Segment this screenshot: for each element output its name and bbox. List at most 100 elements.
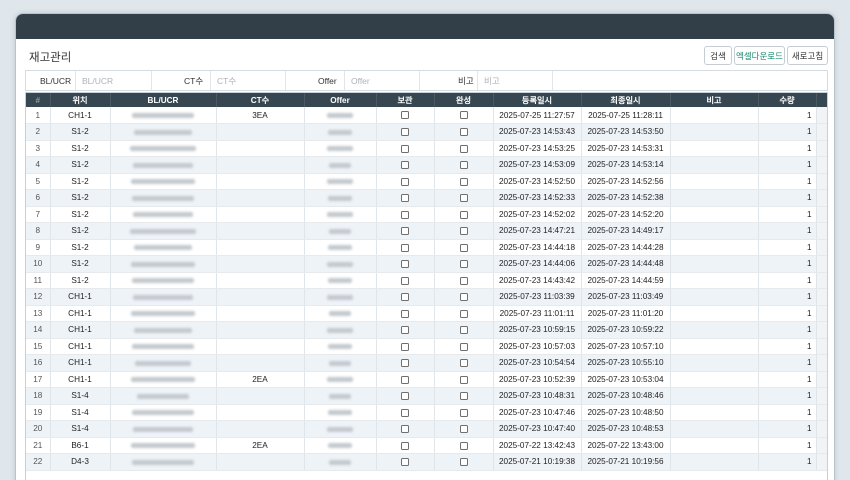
scrollbar-track[interactable] [815, 239, 827, 256]
table-row[interactable]: 4 S1-2 2025-07-23 14:53:09 2025-07-23 14:53… [26, 156, 827, 174]
table-row[interactable]: 20 S1-4 2025-07-23 10:47:40 2025-07-23 10:4… [26, 420, 827, 438]
storage-checkbox[interactable] [401, 243, 409, 252]
complete-checkbox[interactable] [459, 161, 468, 170]
scrollbar-track[interactable] [815, 173, 827, 190]
storage-checkbox[interactable] [401, 359, 409, 368]
table-row[interactable]: 3 S1-2 2025-07-23 14:53:25 2025-07-23 14:53… [26, 140, 827, 157]
storage-checkbox[interactable] [401, 458, 409, 467]
storage-checkbox[interactable] [401, 441, 409, 450]
storage-checkbox[interactable] [401, 111, 409, 120]
table-row[interactable]: 21 B6-1 2EA 2025-07-22 13:42:43 2025-07-22 1… [26, 437, 827, 454]
complete-checkbox[interactable] [459, 326, 468, 335]
bl-filter-input[interactable]: BL/UCR [75, 71, 152, 90]
storage-checkbox[interactable] [401, 392, 409, 401]
table-row[interactable]: 9 S1-2 2025-07-23 14:44:18 2025-07-23 14:44… [26, 239, 827, 256]
complete-checkbox[interactable] [459, 441, 468, 450]
scrollbar-track[interactable] [815, 338, 827, 355]
storage-checkbox[interactable] [401, 144, 409, 153]
scrollbar-track[interactable] [815, 288, 827, 306]
complete-checkbox[interactable] [459, 194, 468, 203]
complete-checkbox[interactable] [459, 425, 468, 434]
complete-checkbox[interactable] [459, 359, 468, 368]
table-row[interactable]: 10 S1-2 2025-07-23 14:44:06 2025-07-23 14:4… [26, 255, 827, 273]
scrollbar-track[interactable] [815, 222, 827, 240]
scrollbar-track[interactable] [815, 123, 827, 141]
col-header-bl-ucr[interactable]: BL/UCR [110, 93, 217, 107]
table-row[interactable]: 13 CH1-1 2025-07-23 11:01:11 2025-07-23 11:… [26, 305, 827, 322]
table-row[interactable]: 6 S1-2 2025-07-23 14:52:33 2025-07-23 14:52… [26, 189, 827, 207]
scrollbar-track[interactable] [815, 420, 827, 438]
col-header-location[interactable]: 위치 [50, 93, 111, 107]
complete-checkbox[interactable] [459, 260, 468, 269]
table-row[interactable]: 16 CH1-1 2025-07-23 10:54:54 2025-07-23 10:… [26, 354, 827, 372]
complete-checkbox[interactable] [459, 408, 468, 417]
col-header-quantity[interactable]: 수량 [758, 93, 817, 107]
scrollbar-track[interactable] [815, 404, 827, 421]
col-header-registered[interactable]: 등록일시 [493, 93, 582, 107]
complete-checkbox[interactable] [459, 128, 468, 137]
complete-checkbox[interactable] [459, 458, 468, 467]
storage-checkbox[interactable] [401, 425, 409, 434]
table-row[interactable]: 19 S1-4 2025-07-23 10:47:46 2025-07-23 10:4… [26, 404, 827, 421]
complete-checkbox[interactable] [459, 293, 468, 302]
table-row[interactable]: 17 CH1-1 2EA 2025-07-23 10:52:39 2025-07-23 … [26, 371, 827, 388]
storage-checkbox[interactable] [401, 177, 409, 186]
storage-checkbox[interactable] [401, 210, 409, 219]
table-row[interactable]: 1 CH1-1 3EA 2025-07-25 11:27:57 2025-07-25 1… [26, 107, 827, 124]
offer-filter-input[interactable]: Offer [344, 71, 420, 90]
table-row[interactable]: 7 S1-2 2025-07-23 14:52:02 2025-07-23 14:52… [26, 206, 827, 223]
storage-checkbox[interactable] [401, 342, 409, 351]
scrollbar-track[interactable] [815, 354, 827, 372]
storage-checkbox[interactable] [401, 161, 409, 170]
ct-filter-input[interactable]: CT수 [210, 71, 286, 90]
table-row[interactable]: 12 CH1-1 2025-07-23 11:03:39 2025-07-23 11:… [26, 288, 827, 306]
scrollbar-track[interactable] [815, 453, 827, 471]
scrollbar-track[interactable] [815, 387, 827, 405]
storage-checkbox[interactable] [401, 408, 409, 417]
complete-checkbox[interactable] [459, 144, 468, 153]
col-header-note[interactable]: 비고 [670, 93, 759, 107]
storage-checkbox[interactable] [401, 309, 409, 318]
scrollbar-track[interactable] [815, 140, 827, 157]
col-header-ct[interactable]: CT수 [216, 93, 305, 107]
col-header-offer[interactable]: Offer [304, 93, 377, 107]
storage-checkbox[interactable] [401, 375, 409, 384]
complete-checkbox[interactable] [459, 375, 468, 384]
table-row[interactable]: 8 S1-2 2025-07-23 14:47:21 2025-07-23 14:49… [26, 222, 827, 240]
scrollbar-track[interactable] [815, 371, 827, 388]
scrollbar-track[interactable] [815, 305, 827, 322]
complete-checkbox[interactable] [459, 210, 468, 219]
complete-checkbox[interactable] [459, 276, 468, 285]
complete-checkbox[interactable] [459, 342, 468, 351]
complete-checkbox[interactable] [459, 227, 468, 236]
col-header-last-updated[interactable]: 최종일시 [581, 93, 671, 107]
complete-checkbox[interactable] [459, 309, 468, 318]
table-row[interactable]: 11 S1-2 2025-07-23 14:43:42 2025-07-23 14:4… [26, 272, 827, 289]
storage-checkbox[interactable] [401, 293, 409, 302]
complete-checkbox[interactable] [459, 177, 468, 186]
note-filter-input[interactable]: 비고 [477, 71, 553, 90]
scrollbar-track[interactable] [815, 189, 827, 207]
scrollbar-track[interactable] [815, 272, 827, 289]
scrollbar-track[interactable] [815, 107, 827, 124]
storage-checkbox[interactable] [401, 194, 409, 203]
complete-checkbox[interactable] [459, 111, 468, 120]
storage-checkbox[interactable] [401, 260, 409, 269]
storage-checkbox[interactable] [401, 326, 409, 335]
storage-checkbox[interactable] [401, 227, 409, 236]
storage-checkbox[interactable] [401, 276, 409, 285]
scrollbar-track[interactable] [815, 437, 827, 454]
table-row[interactable]: 2 S1-2 2025-07-23 14:53:43 2025-07-23 14:53… [26, 123, 827, 141]
refresh-button[interactable]: 새로고침 [787, 46, 828, 65]
col-header-storage[interactable]: 보관 [376, 93, 435, 107]
scrollbar-track[interactable] [815, 255, 827, 273]
search-button[interactable]: 검색 [704, 46, 732, 65]
table-row[interactable]: 22 D4-3 2025-07-21 10:19:38 2025-07-21 10:1… [26, 453, 827, 471]
table-row[interactable]: 14 CH1-1 2025-07-23 10:59:15 2025-07-23 10:… [26, 321, 827, 339]
scrollbar-track[interactable] [815, 156, 827, 174]
complete-checkbox[interactable] [459, 392, 468, 401]
excel-download-button[interactable]: 엑셀다운로드 [734, 46, 785, 65]
table-row[interactable]: 15 CH1-1 2025-07-23 10:57:03 2025-07-23 10:… [26, 338, 827, 355]
storage-checkbox[interactable] [401, 128, 409, 137]
col-header-complete[interactable]: 완성 [434, 93, 494, 107]
